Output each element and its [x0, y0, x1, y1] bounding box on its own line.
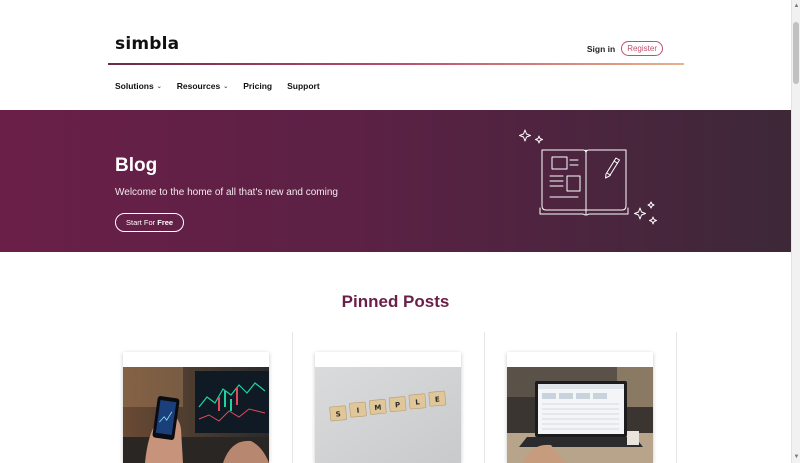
laptop-dashboard-image	[507, 367, 653, 463]
tile-letter: E	[435, 395, 441, 403]
simple-tiles-image: S I M P L E	[315, 367, 461, 463]
pinned-posts-heading: Pinned Posts	[341, 292, 450, 311]
blog-hero-banner: Blog Welcome to the home of all that's n…	[0, 110, 791, 252]
scroll-up-arrow-icon[interactable]: ▲	[793, 2, 800, 10]
tile-letter: P	[395, 401, 401, 409]
chevron-down-icon: ⌄	[156, 83, 162, 90]
nav-item-support[interactable]: Support	[287, 81, 320, 91]
sign-in-link[interactable]: Sign in	[587, 44, 615, 54]
simbla-logo[interactable]: simbla	[115, 34, 179, 54]
page-title: Blog	[115, 155, 158, 176]
column-divider	[676, 332, 677, 463]
trading-phone-image	[123, 367, 269, 463]
open-book-illustration-icon	[519, 129, 657, 225]
button-label-prefix: Start For	[126, 218, 158, 227]
header-divider	[108, 63, 684, 65]
tile-letter: M	[374, 404, 382, 413]
column-divider	[484, 332, 485, 463]
register-button[interactable]: Register	[621, 41, 663, 56]
pinned-post-card[interactable]	[123, 352, 269, 463]
pinned-post-card[interactable]: S I M P L E	[315, 352, 461, 463]
nav-item-pricing[interactable]: Pricing	[243, 81, 272, 91]
hero-subtitle: Welcome to the home of all that's new an…	[115, 187, 338, 198]
main-nav: Solutions ⌄ Resources ⌄ Pricing Support	[115, 81, 320, 91]
auth-links: Sign in Register	[587, 41, 663, 56]
tile-letter: S	[335, 410, 341, 418]
nav-item-label: Pricing	[243, 81, 273, 91]
pinned-post-card[interactable]	[507, 352, 653, 463]
nav-item-label: Resources	[176, 81, 221, 91]
scroll-down-arrow-icon[interactable]: ▼	[793, 453, 800, 461]
nav-item-solutions[interactable]: Solutions ⌄	[115, 81, 162, 91]
nav-item-label: Solutions	[115, 81, 154, 91]
chevron-down-icon: ⌄	[223, 83, 229, 90]
nav-item-label: Support	[287, 81, 320, 91]
nav-item-resources[interactable]: Resources ⌄	[177, 81, 229, 91]
column-divider	[292, 332, 293, 463]
start-for-free-button[interactable]: Start For Free	[115, 213, 185, 232]
page-scrollbar[interactable]: ▲ ▼	[791, 0, 800, 463]
site-header: simbla Sign in Register Solutions ⌄ Reso…	[0, 0, 791, 110]
scrollbar-thumb[interactable]	[793, 22, 799, 84]
button-label-emphasis: Free	[157, 218, 174, 227]
